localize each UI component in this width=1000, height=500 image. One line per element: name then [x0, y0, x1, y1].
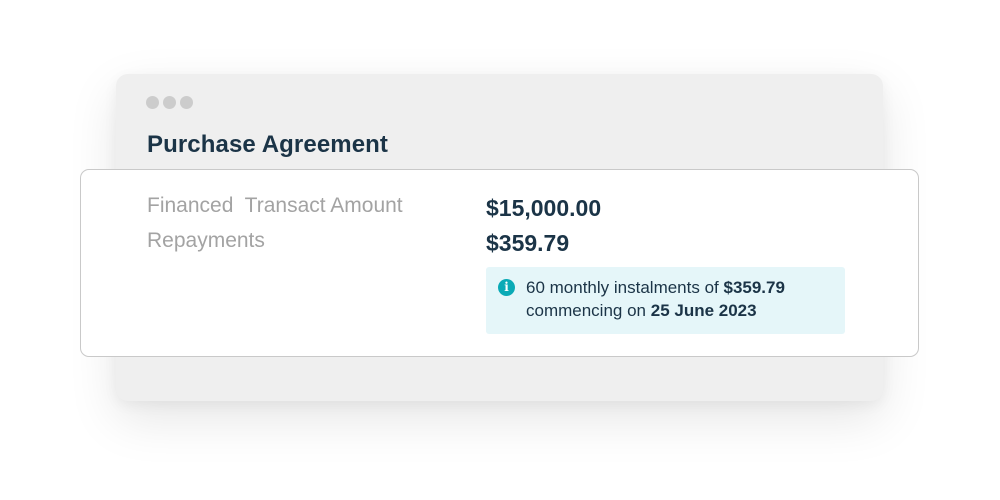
financed-amount-label: Financed Transact Amount [147, 194, 403, 217]
window-controls [146, 96, 193, 109]
repayments-label: Repayments [147, 229, 265, 252]
repayment-info-box: i 60 monthly instalments of $359.79 comm… [486, 267, 845, 334]
info-amount: $359.79 [723, 278, 785, 297]
financed-amount-value: $15,000.00 [486, 195, 602, 221]
info-line-2: commencing on 25 June 2023 [526, 299, 785, 322]
info-line-2-prefix: commencing on [526, 301, 651, 320]
agreement-details-card: Financed Transact Amount $15,000.00 Repa… [80, 169, 919, 357]
info-line-1-prefix: 60 monthly instalments of [526, 278, 724, 297]
window-dot-2[interactable] [163, 96, 176, 109]
window-dot-1[interactable] [146, 96, 159, 109]
info-icon: i [498, 279, 515, 296]
info-line-1: 60 monthly instalments of $359.79 [526, 276, 785, 299]
repayment-info-text: 60 monthly instalments of $359.79 commen… [526, 276, 785, 322]
window-dot-3[interactable] [180, 96, 193, 109]
repayments-value: $359.79 [486, 230, 570, 256]
stage: Purchase Agreement Financed Transact Amo… [0, 0, 1000, 500]
info-date: 25 June 2023 [650, 301, 757, 320]
page-title: Purchase Agreement [147, 131, 389, 158]
